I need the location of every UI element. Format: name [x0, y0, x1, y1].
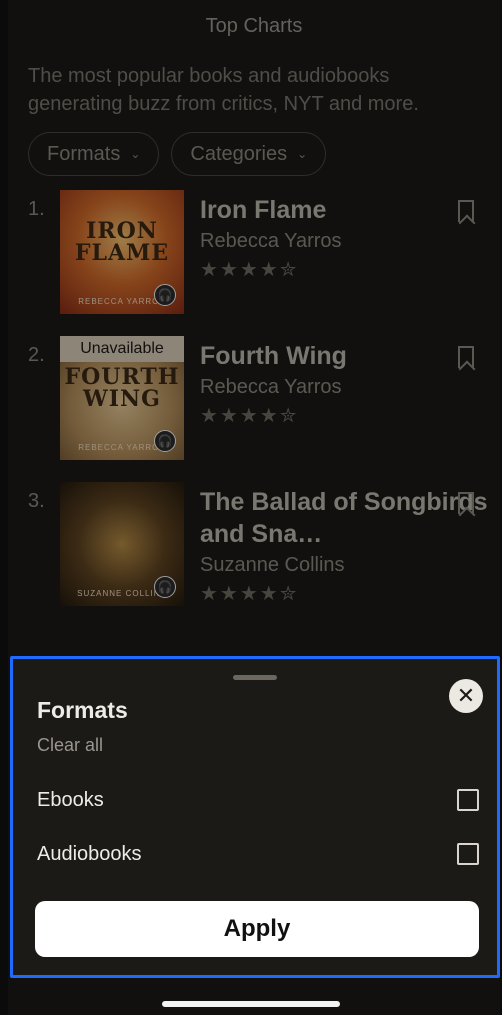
page-description: The most popular books and audiobooks ge… [28, 65, 419, 115]
book-list-item[interactable]: 3. SUZANNE COLLINS 🎧 The Ballad of Songb… [8, 482, 500, 628]
sheet-title: Formats [37, 697, 128, 723]
option-label: Audiobooks [37, 842, 142, 865]
cover-title: IRON FLAME [74, 218, 170, 266]
chevron-down-icon: ⌄ [130, 147, 141, 161]
categories-filter-label: Categories [190, 142, 288, 165]
book-rank: 1. [28, 198, 45, 220]
headphones-icon: 🎧 [154, 576, 176, 598]
chevron-down-icon: ⌄ [297, 147, 308, 161]
format-option-ebooks[interactable]: Ebooks [37, 785, 479, 815]
star-rating: ★★★★✮ [200, 583, 299, 605]
bookmark-icon[interactable] [458, 346, 474, 368]
book-rank: 2. [28, 344, 45, 366]
book-list: 1. IRON FLAME REBECCA YARROS 🎧 Iron Flam… [8, 176, 500, 628]
book-info: Fourth Wing Rebecca Yarros ★★★★✮ [184, 336, 500, 482]
formats-bottom-sheet: ✕ Formats Clear all Ebooks Audiobooks Ap… [10, 656, 500, 978]
book-title: Iron Flame [200, 196, 327, 224]
book-author: Rebecca Yarros [200, 376, 342, 398]
book-title: Fourth Wing [200, 342, 347, 370]
cover-title: FOURTH WING [64, 364, 180, 412]
star-rating: ★★★★✮ [200, 405, 299, 427]
bookmark-icon[interactable] [458, 200, 474, 222]
headphones-icon: 🎧 [154, 430, 176, 452]
top-bar: Top Charts [8, 0, 500, 52]
star-rating: ★★★★✮ [200, 259, 299, 281]
option-label: Ebooks [37, 788, 104, 811]
categories-filter-button[interactable]: Categories ⌄ [171, 132, 327, 176]
drag-handle[interactable] [233, 675, 277, 680]
format-option-audiobooks[interactable]: Audiobooks [37, 839, 479, 869]
page-title: Top Charts [205, 14, 303, 37]
book-author: Suzanne Collins [200, 554, 345, 576]
book-list-item[interactable]: 1. IRON FLAME REBECCA YARROS 🎧 Iron Flam… [8, 190, 500, 336]
book-author: Rebecca Yarros [200, 230, 342, 252]
filter-bar: Formats ⌄ Categories ⌄ [8, 118, 500, 176]
ebooks-checkbox[interactable] [457, 789, 479, 811]
bookmark-icon[interactable] [458, 492, 474, 514]
book-cover[interactable]: SUZANNE COLLINS 🎧 [60, 482, 184, 606]
book-info: Iron Flame Rebecca Yarros ★★★★✮ [184, 190, 500, 336]
book-info: The Ballad of Songbirds and Sna… Suzanne… [184, 482, 500, 628]
book-cover[interactable]: Unavailable FOURTH WING REBECCA YARROS 🎧 [60, 336, 184, 460]
formats-filter-button[interactable]: Formats ⌄ [28, 132, 160, 176]
book-rank: 3. [28, 490, 45, 512]
audiobooks-checkbox[interactable] [457, 843, 479, 865]
book-list-item[interactable]: 2. Unavailable FOURTH WING REBECCA YARRO… [8, 336, 500, 482]
unavailable-badge: Unavailable [60, 336, 184, 362]
headphones-icon: 🎧 [154, 284, 176, 306]
home-indicator[interactable] [162, 1001, 340, 1007]
formats-filter-label: Formats [47, 142, 121, 165]
apply-button[interactable]: Apply [35, 901, 479, 957]
book-title: The Ballad of Songbirds and Sna… [200, 488, 488, 548]
close-icon[interactable]: ✕ [449, 679, 483, 713]
clear-all-button[interactable]: Clear all [37, 735, 103, 756]
book-cover[interactable]: IRON FLAME REBECCA YARROS 🎧 [60, 190, 184, 314]
